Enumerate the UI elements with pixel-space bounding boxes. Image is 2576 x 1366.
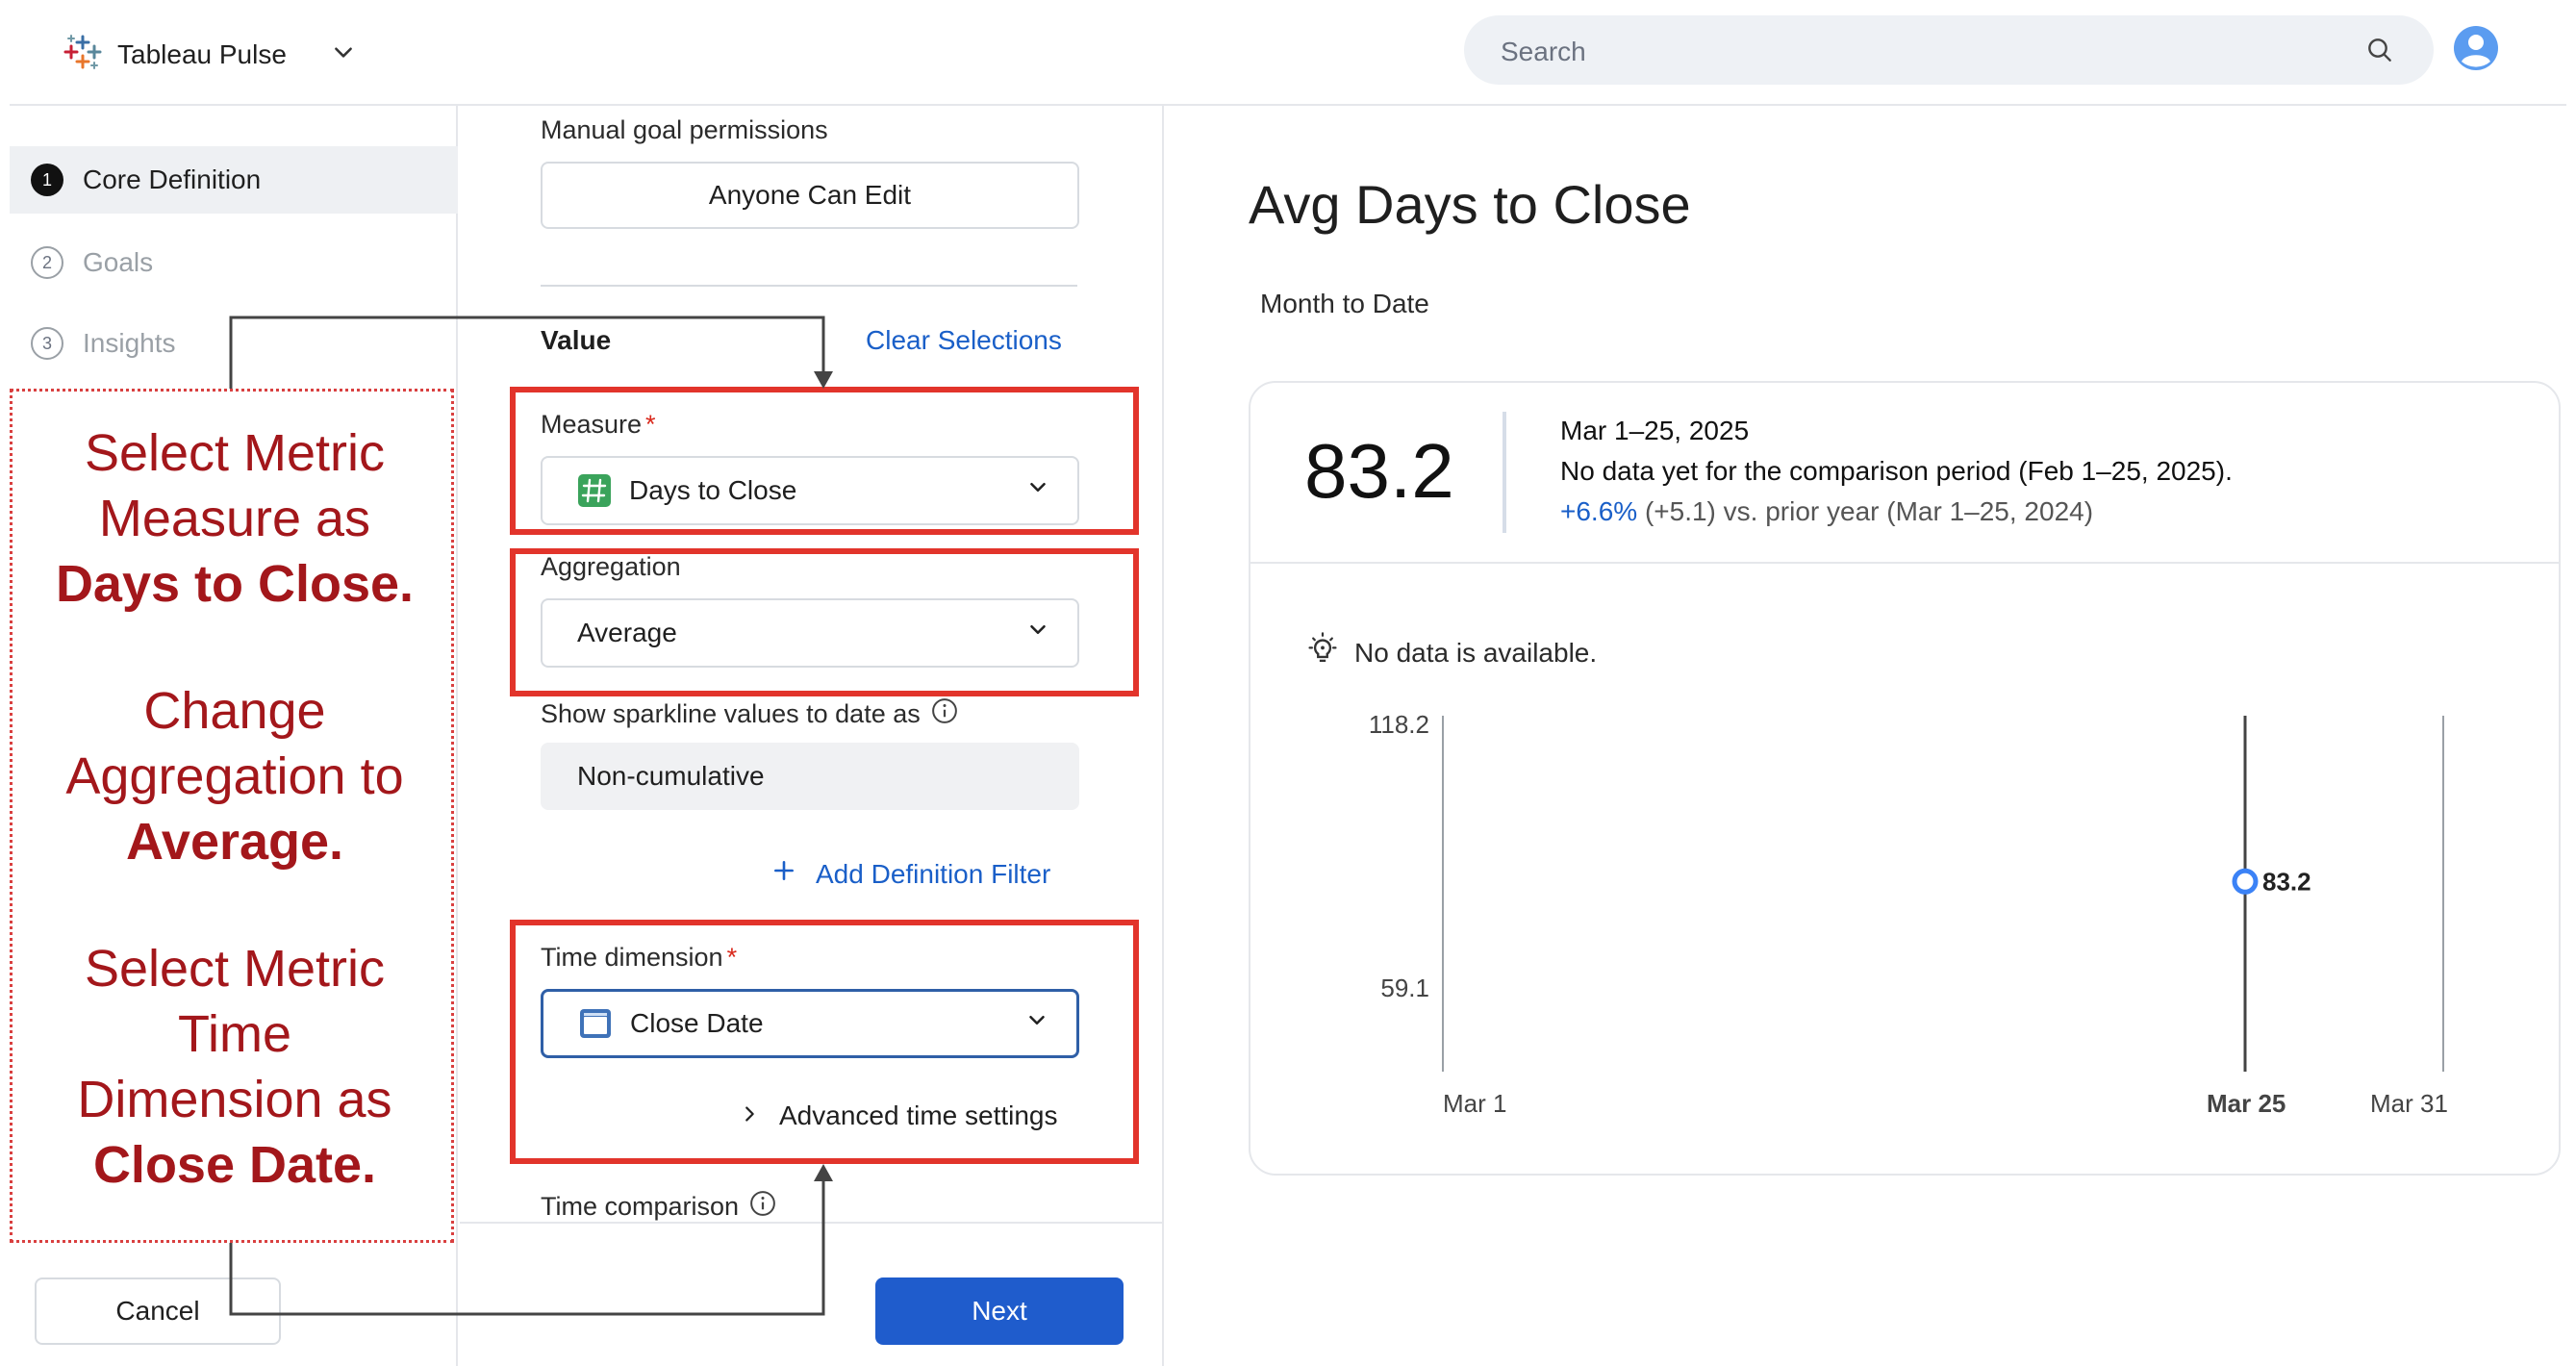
annotation-aggregation: Change Aggregation to Average. (65, 682, 404, 871)
no-data-message: No data is available. (1304, 631, 1597, 674)
y-tick-label: 118.2 (1369, 710, 1429, 739)
data-label: 83.2 (2262, 867, 2311, 896)
period-label: Mar 1–25, 2025 (1560, 416, 1750, 445)
value-heading: Value (541, 325, 612, 355)
tableau-logo-icon (63, 33, 102, 76)
step-label: Goals (83, 247, 154, 277)
metric-preview: Avg Days to Close Month to Date 83.2 Mar… (1166, 106, 2566, 1366)
add-filter-label: Add Definition Filter (816, 858, 1051, 889)
user-avatar[interactable] (2453, 25, 2499, 76)
metric-value: 83.2 (1304, 428, 1454, 514)
sparkline-value: Non-cumulative (577, 761, 765, 791)
metric-card: 83.2 Mar 1–25, 2025 No data yet for the … (1249, 381, 2561, 1176)
goal-permissions-value: Anyone Can Edit (708, 180, 912, 210)
step-core-definition[interactable]: 1 Core Definition (10, 146, 458, 214)
card-divider (1250, 562, 2559, 564)
data-point (2232, 868, 2259, 895)
app-name: Tableau Pulse (117, 38, 287, 69)
goal-permissions-select[interactable]: Anyone Can Edit (541, 162, 1079, 229)
time-comparison-label: Time comparison (541, 1189, 777, 1225)
yoy-comparison: +6.6% (+5.1) vs. prior year (Mar 1–25, 2… (1560, 496, 2093, 527)
yoy-change: +6.6% (1560, 496, 1638, 526)
add-definition-filter-button[interactable]: Add Definition Filter (771, 858, 1050, 890)
divider (541, 285, 1077, 287)
x-tick-label: Mar 1 (1443, 1089, 1506, 1118)
goal-permissions-label: Manual goal permissions (541, 115, 828, 144)
range-label: Month to Date (1260, 289, 1429, 318)
sparkline-chart: Mar 1 Mar 25 Mar 31 118.2 59.1 83.2 (1369, 710, 2448, 1118)
sparkline-select[interactable]: Non-cumulative (541, 743, 1079, 810)
clear-selections-link[interactable]: Clear Selections (866, 325, 1062, 356)
step-number: 3 (31, 327, 63, 360)
no-data-text: No data is available. (1354, 637, 1598, 668)
annotation-time-dimension: Select Metric Time Dimension as Close Da… (77, 940, 392, 1194)
chevron-down-icon[interactable] (331, 39, 356, 69)
highlight-aggregation (510, 548, 1139, 696)
y-tick-label: 59.1 (1380, 974, 1429, 1002)
next-button[interactable]: Next (875, 1277, 1124, 1345)
cancel-button[interactable]: Cancel (35, 1277, 281, 1345)
highlight-measure (510, 387, 1139, 535)
sparkline-label: Show sparkline values to date as (541, 696, 959, 732)
plus-icon (771, 858, 796, 890)
search-icon[interactable] (2364, 35, 2395, 70)
step-insights[interactable]: 3 Insights (10, 310, 458, 377)
metric-title: Avg Days to Close (1249, 174, 1691, 235)
footer-divider (460, 1222, 1164, 1224)
annotation-callout: Select Metric Measure as Days to Close. … (10, 389, 454, 1243)
app-switcher[interactable]: Tableau Pulse (63, 33, 356, 76)
x-tick-label: Mar 25 (2207, 1089, 2286, 1118)
step-number: 2 (31, 246, 63, 279)
definition-form: Manual goal permissions Anyone Can Edit … (460, 106, 1164, 1366)
value-separator (1503, 412, 1506, 533)
lightbulb-icon (1304, 631, 1341, 674)
step-number: 1 (31, 164, 63, 196)
search-placeholder: Search (1501, 37, 1586, 66)
step-goals[interactable]: 2 Goals (10, 229, 458, 296)
search-input[interactable]: Search (1464, 15, 2434, 85)
top-bar: Tableau Pulse Search (10, 13, 2566, 106)
highlight-time-dimension (510, 920, 1139, 1164)
annotation-measure: Select Metric Measure as Days to Close. (55, 424, 415, 613)
comparison-note: No data yet for the comparison period (F… (1560, 456, 2233, 486)
yoy-detail: (+5.1) vs. prior year (Mar 1–25, 2024) (1644, 496, 2094, 526)
info-icon[interactable] (748, 1189, 777, 1225)
step-label: Core Definition (83, 164, 262, 194)
info-icon[interactable] (930, 696, 959, 732)
step-label: Insights (83, 328, 176, 358)
x-tick-label: Mar 31 (2370, 1089, 2448, 1118)
